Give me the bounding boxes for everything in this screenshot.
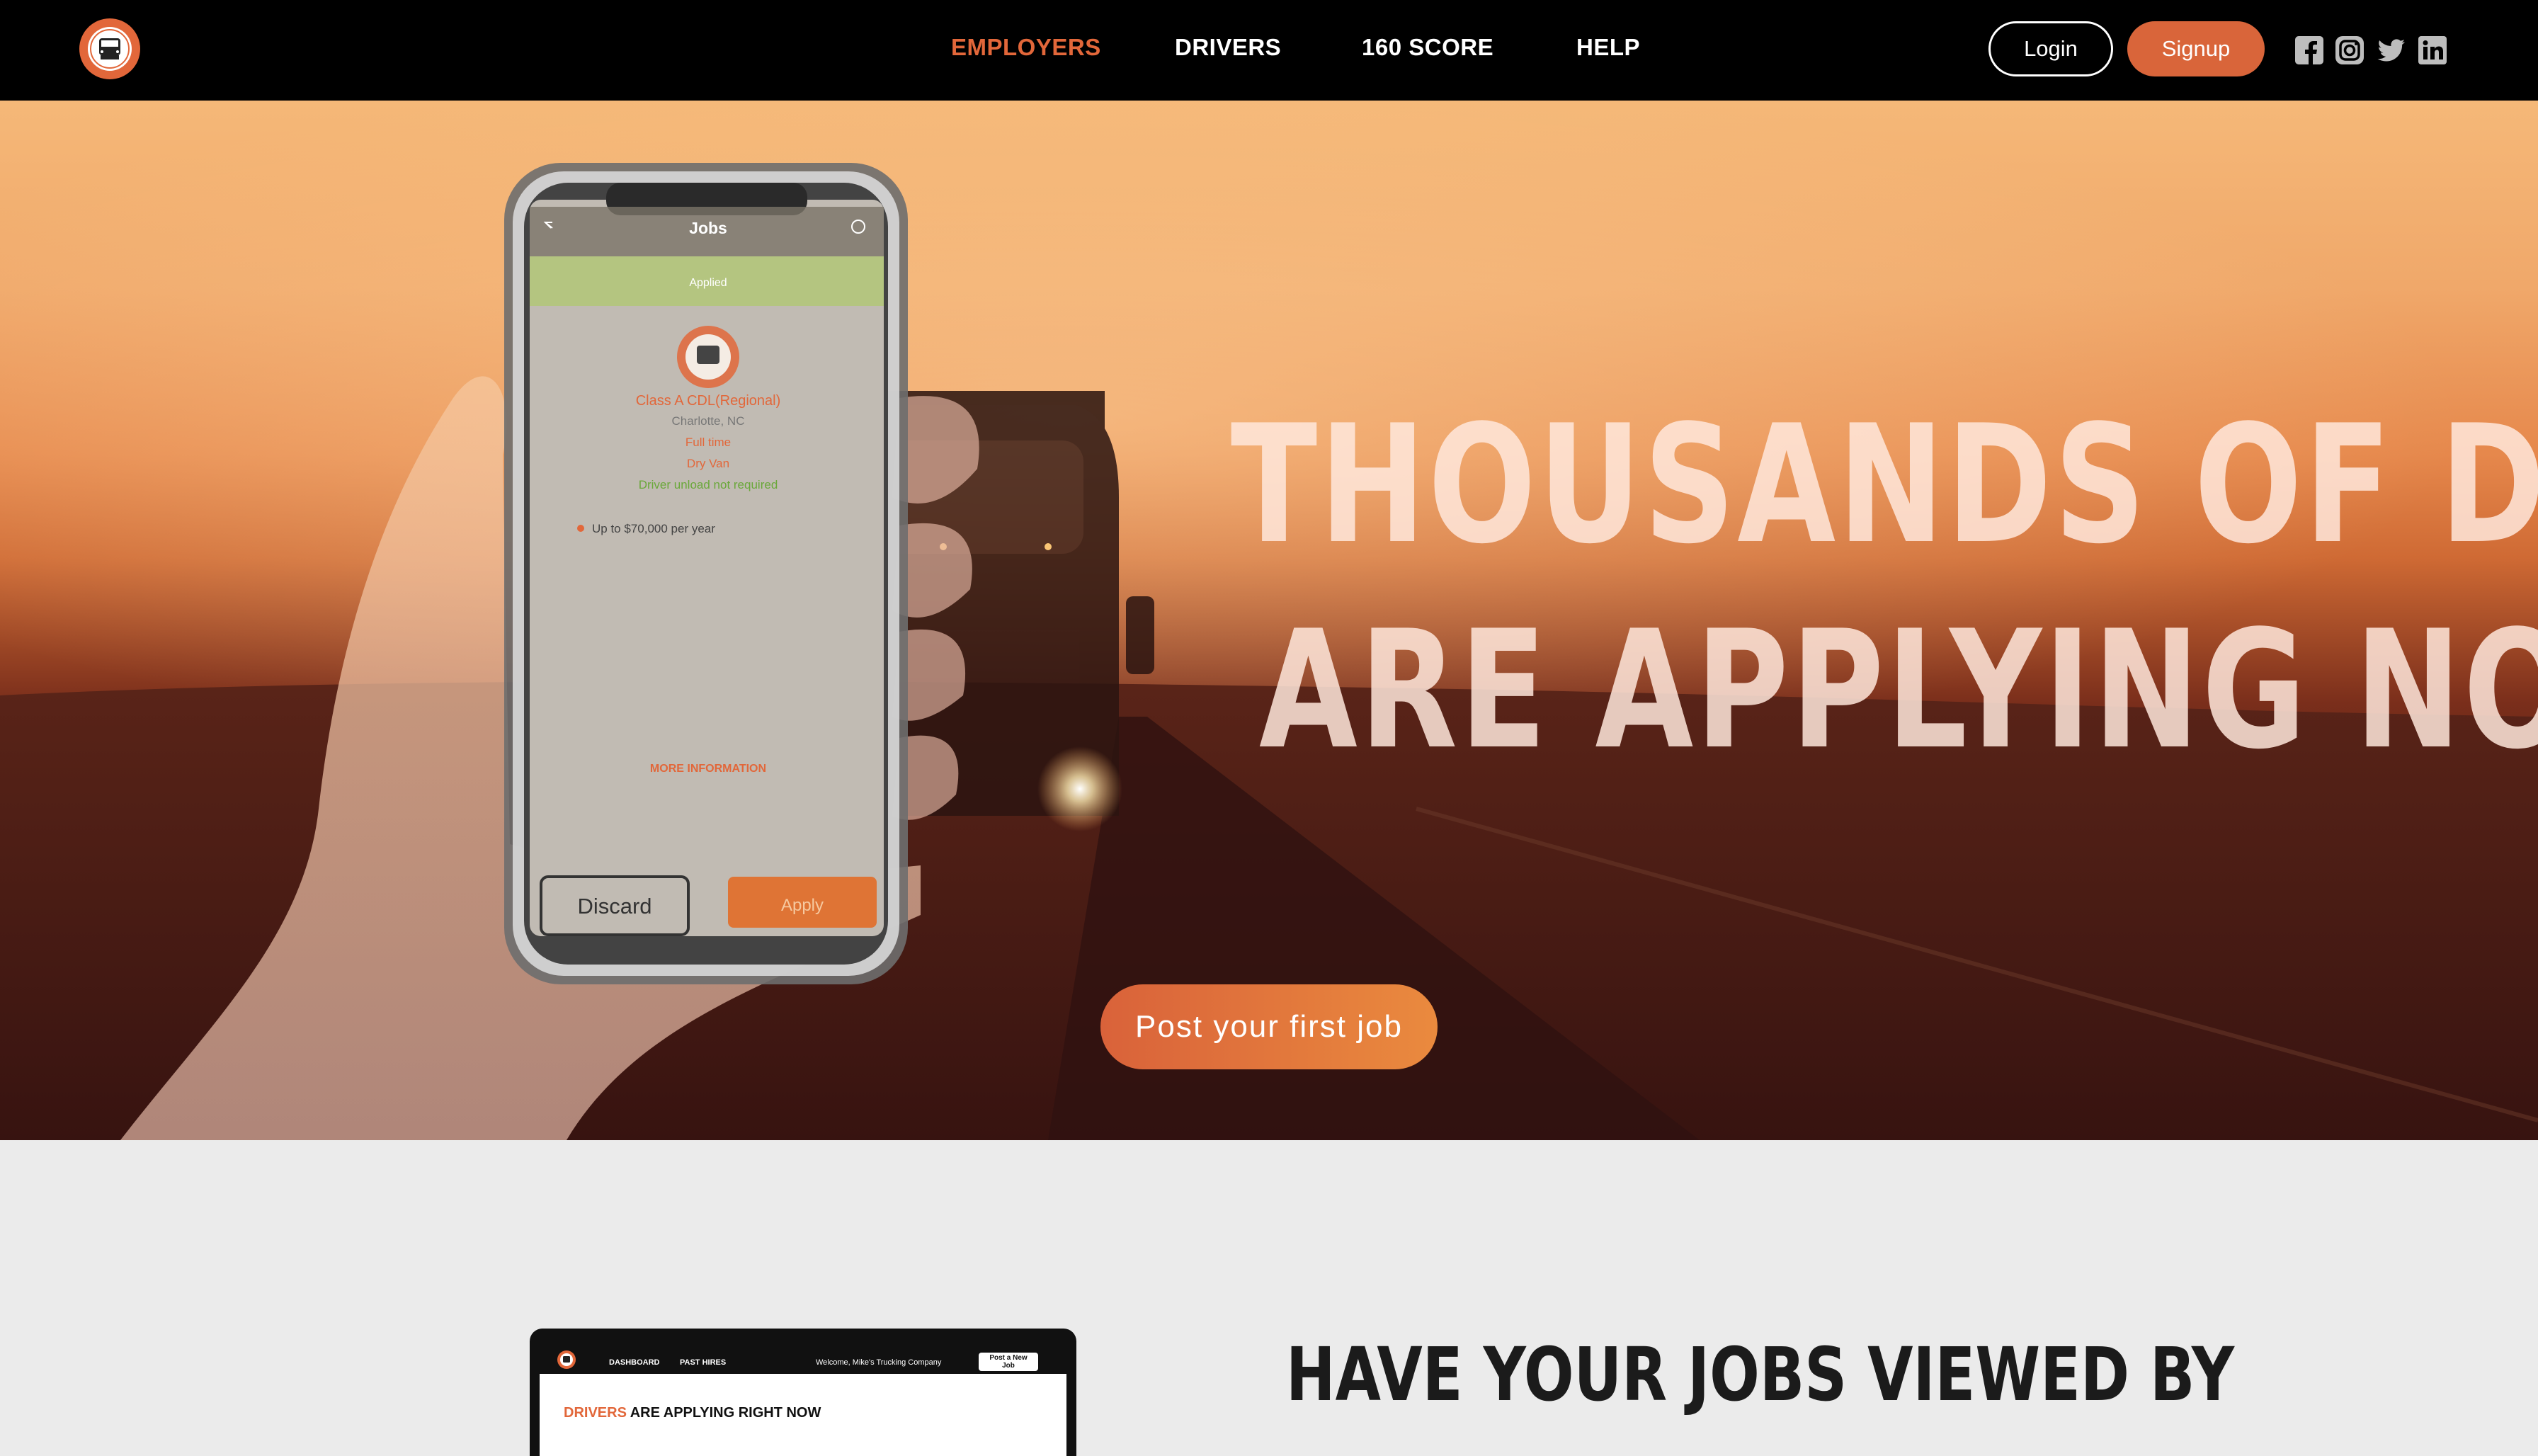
- laptop-screen: DRIVERS ARE APPLYING RIGHT NOW: [540, 1374, 1066, 1456]
- phone-discard-button: Discard: [577, 894, 651, 918]
- section-title: HAVE YOUR JOBS VIEWED BY: [1286, 1331, 2235, 1418]
- laptop-headline: DRIVERS ARE APPLYING RIGHT NOW: [564, 1405, 821, 1421]
- linkedin-icon[interactable]: [2418, 35, 2447, 65]
- laptop-post-job-button: Post a New Job: [979, 1353, 1038, 1371]
- dashboard-laptop-mockup: DASHBOARD PAST HIRES Welcome, Mike's Tru…: [530, 1329, 1076, 1456]
- phone-title: Jobs: [689, 219, 727, 237]
- hero-headline-line-1: THOUSANDS OF DRIVERS: [1230, 391, 2538, 580]
- signup-button[interactable]: Signup: [2127, 21, 2265, 76]
- facebook-icon[interactable]: [2294, 35, 2324, 65]
- phone-job-location: Charlotte, NC: [672, 414, 745, 428]
- login-button[interactable]: Login: [1988, 21, 2113, 76]
- laptop-tab-dashboard: DASHBOARD: [609, 1358, 660, 1367]
- laptop-welcome-text: Welcome, Mike's Trucking Company: [816, 1358, 942, 1367]
- laptop-headline-highlight: DRIVERS: [564, 1405, 627, 1421]
- post-first-job-button[interactable]: Post your first job: [1100, 984, 1438, 1069]
- phone-pay: Up to $70,000 per year: [592, 522, 715, 535]
- hero-headline-line-2: ARE APPLYING NOW!: [1259, 596, 2538, 785]
- nav-link-help[interactable]: HELP: [1576, 34, 1640, 61]
- laptop-headline-rest: ARE APPLYING RIGHT NOW: [626, 1405, 821, 1421]
- laptop-tab-past-hires: PAST HIRES: [680, 1358, 727, 1367]
- phone-job-title: Class A CDL(Regional): [636, 393, 781, 409]
- instagram-icon[interactable]: [2335, 35, 2365, 65]
- laptop-logo-icon: [557, 1350, 576, 1369]
- nav-link-employers[interactable]: EMPLOYERS: [951, 34, 1101, 61]
- top-navbar: EMPLOYERS DRIVERS 160 SCORE HELP Login S…: [0, 0, 2538, 101]
- phone-job-detail-1: Full time: [685, 436, 731, 449]
- hero-banner: Jobs Applied Class A CDL(Regional) Charl…: [0, 101, 2538, 1140]
- phone-more-info-link: MORE INFORMATION: [650, 763, 766, 775]
- nav-link-drivers[interactable]: DRIVERS: [1175, 34, 1281, 61]
- twitter-icon[interactable]: [2377, 35, 2406, 65]
- laptop-navbar: DASHBOARD PAST HIRES Welcome, Mike's Tru…: [540, 1338, 1066, 1374]
- phone-job-detail-2: Dry Van: [687, 457, 729, 470]
- phone-status: Applied: [689, 277, 727, 289]
- phone-job-detail-3: Driver unload not required: [639, 478, 778, 491]
- nav-link-160-score[interactable]: 160 SCORE: [1362, 34, 1493, 61]
- phone-apply-button: Apply: [781, 896, 824, 915]
